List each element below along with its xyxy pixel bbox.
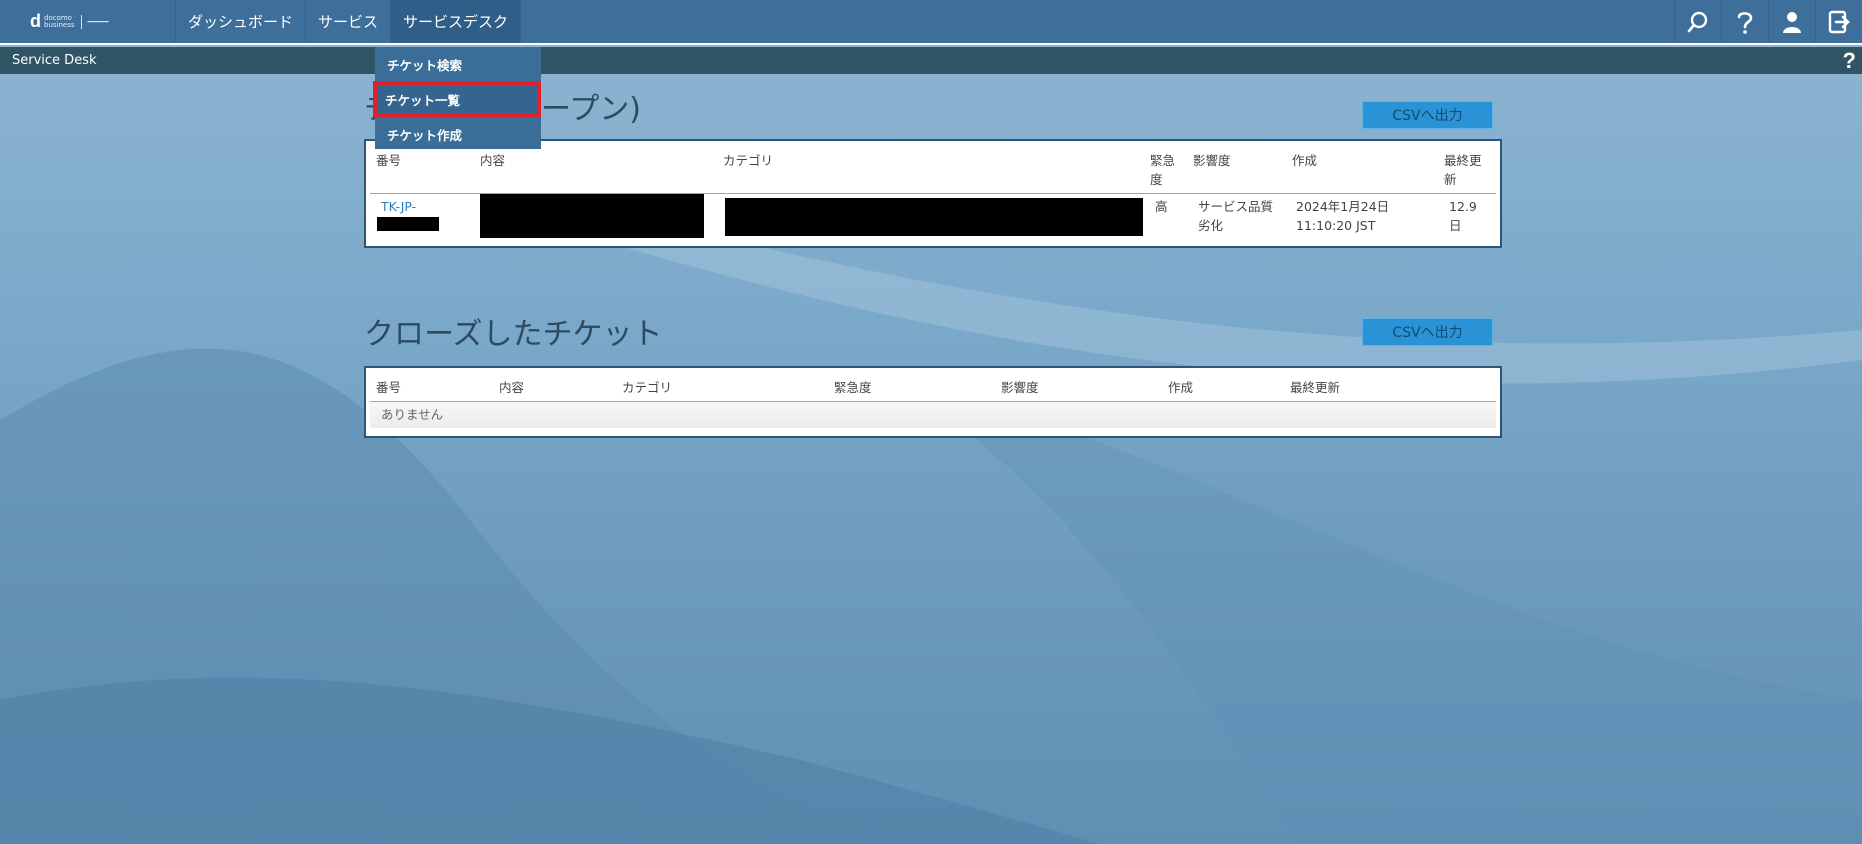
nav-services[interactable]: サービス	[306, 0, 392, 43]
menu-ticket-create[interactable]: チケット作成	[375, 117, 541, 151]
col-number[interactable]: 番号	[376, 378, 401, 397]
logo-mark: d	[30, 11, 41, 31]
col-updated[interactable]: 最終更新	[1290, 378, 1340, 397]
redacted-ticket-id	[377, 217, 439, 231]
col-content[interactable]: 内容	[499, 378, 524, 397]
logout-icon[interactable]	[1815, 0, 1862, 43]
open-csv-export-button[interactable]: CSVへ出力	[1362, 101, 1493, 129]
ticket-number-link[interactable]: TK-JP-	[381, 197, 416, 216]
col-content[interactable]: 内容	[480, 151, 505, 170]
closed-tickets-title: クローズしたチケット	[364, 317, 663, 352]
ticket-impact: サービス品質 劣化	[1198, 199, 1274, 233]
redacted-content	[480, 194, 704, 238]
service-desk-dropdown: チケット検索 チケット一覧 チケット作成	[373, 47, 541, 151]
logo-brand: docomo business	[44, 14, 75, 29]
col-updated[interactable]: 最終更 新	[1444, 151, 1482, 189]
ticket-urgency: 高	[1155, 199, 1168, 214]
page-help-icon[interactable]: ?	[1843, 48, 1856, 74]
sub-header: Service Desk ?	[0, 47, 1862, 74]
search-icon[interactable]	[1674, 0, 1721, 43]
col-number[interactable]: 番号	[376, 151, 401, 170]
col-category[interactable]: カテゴリ	[622, 378, 672, 397]
col-created[interactable]: 作成	[1292, 151, 1317, 170]
empty-row	[370, 402, 1496, 428]
help-icon[interactable]	[1721, 0, 1768, 43]
logo-divider	[80, 14, 82, 29]
closed-tickets-table: 番号 内容 カテゴリ 緊急度 影響度 作成 最終更新 ありません	[364, 366, 1502, 438]
col-created[interactable]: 作成	[1168, 378, 1193, 397]
col-impact[interactable]: 影響度	[1001, 378, 1039, 397]
user-icon[interactable]	[1768, 0, 1815, 43]
nav-service-desk[interactable]: サービスデスク	[391, 0, 522, 43]
ticket-created: 2024年1月24日 11:10:20 JST	[1296, 199, 1390, 233]
empty-message: ありません	[381, 407, 444, 422]
top-navigation-bar: d docomo business ━━━━━ ダッシュボード サービス サービ…	[0, 0, 1862, 45]
logo-tagline-graphic: ━━━━━	[87, 17, 109, 26]
closed-csv-export-button[interactable]: CSVへ出力	[1362, 318, 1493, 346]
col-category[interactable]: カテゴリ	[723, 151, 773, 170]
logo[interactable]: d docomo business ━━━━━	[0, 0, 176, 43]
redacted-category	[725, 198, 1143, 236]
nav-dashboard[interactable]: ダッシュボード	[176, 0, 307, 43]
logo-brand-line2: business	[44, 20, 75, 29]
menu-ticket-list[interactable]: チケット一覧	[373, 81, 541, 117]
col-urgency[interactable]: 緊急 度	[1150, 151, 1175, 189]
ticket-updated: 12.9 日	[1449, 199, 1477, 233]
open-tickets-table: 番号 内容 カテゴリ 緊急 度 影響度 作成 最終更 新 TK-JP- 高 サー…	[364, 139, 1502, 248]
sub-header-title: Service Desk	[12, 53, 97, 68]
menu-ticket-search[interactable]: チケット検索	[375, 47, 541, 81]
col-impact[interactable]: 影響度	[1193, 151, 1231, 170]
col-urgency[interactable]: 緊急度	[834, 378, 872, 397]
open-tickets-title: ープン)	[541, 92, 641, 127]
